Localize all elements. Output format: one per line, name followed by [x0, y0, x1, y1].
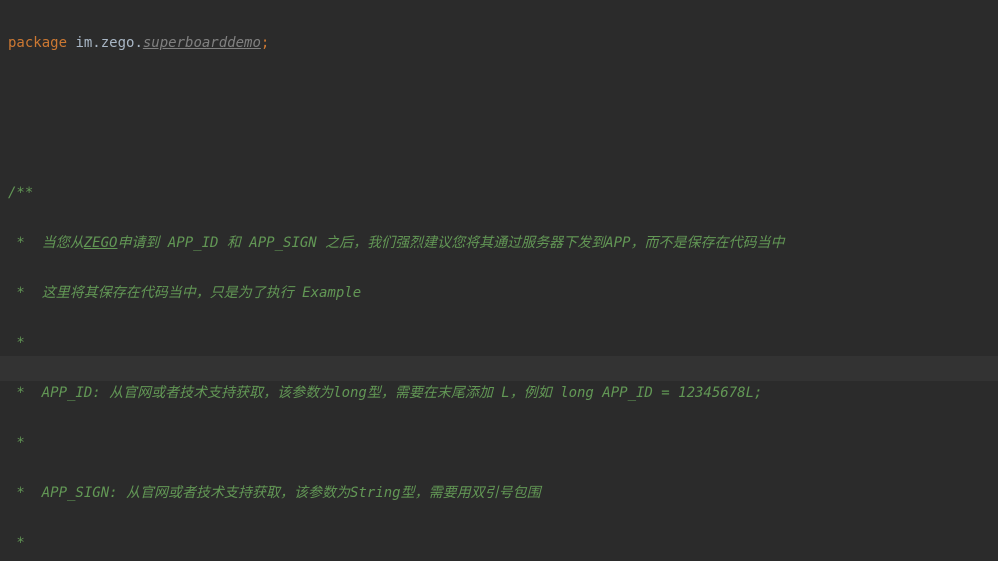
code-line: package im.zego.superboarddemo;: [8, 31, 998, 56]
comment-underline: ZEGO: [84, 235, 118, 251]
comment-line: *: [8, 531, 998, 556]
keyword-package: package: [8, 35, 67, 51]
comment-line: * 这里将其保存在代码当中，只是为了执行 Example: [8, 281, 998, 306]
comment-line: * APP_SIGN: 从官网或者技术支持获取，该参数为String型，需要用双…: [8, 481, 998, 506]
blank-line: [8, 131, 998, 156]
comment-line: /**: [8, 181, 998, 206]
comment-line: *: [8, 331, 998, 356]
comment-text: 申请到 APP_ID 和 APP_SIGN 之后，我们强烈建议您将其通过服务器下…: [117, 235, 784, 251]
comment-text: * 当您从: [8, 235, 84, 251]
blank-line: [8, 81, 998, 106]
semicolon: ;: [261, 35, 269, 51]
comment-line: *: [8, 431, 998, 456]
comment-line: * APP_ID: 从官网或者技术支持获取，该参数为long型，需要在末尾添加 …: [8, 381, 998, 406]
code-editor[interactable]: package im.zego.superboarddemo; /** * 当您…: [0, 0, 998, 561]
package-name: superboarddemo: [143, 35, 261, 51]
package-prefix: im.zego.: [67, 35, 143, 51]
comment-line: * 当您从ZEGO申请到 APP_ID 和 APP_SIGN 之后，我们强烈建议…: [8, 231, 998, 256]
